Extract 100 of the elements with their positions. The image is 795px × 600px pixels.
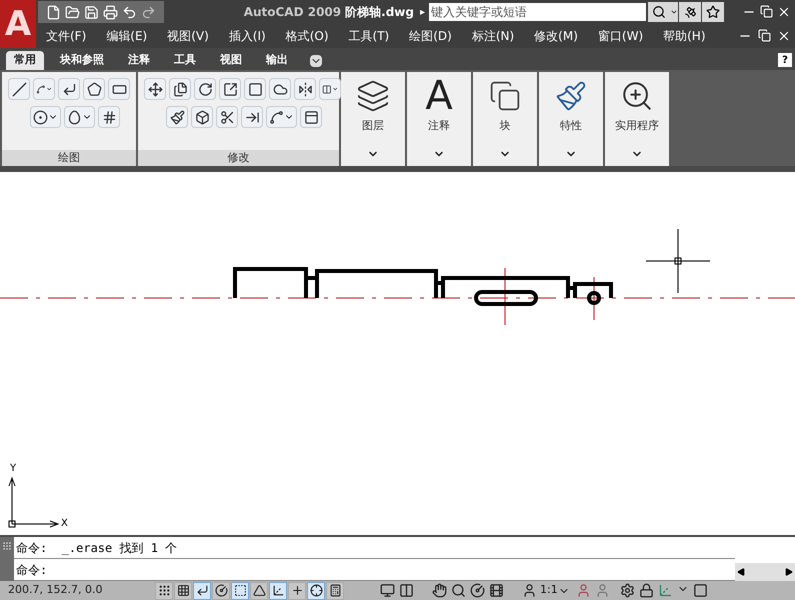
menu-item[interactable]: 绘图(D): [409, 27, 452, 45]
settings-icon[interactable]: [620, 583, 635, 598]
mirror-icon: [298, 82, 312, 96]
model-icon[interactable]: [380, 583, 395, 598]
layout-icon[interactable]: [399, 583, 414, 598]
menu-item[interactable]: 插入(I): [228, 27, 266, 45]
status-toggle[interactable]: [288, 582, 306, 600]
favorites-button[interactable]: [702, 2, 724, 22]
panel-title[interactable]: 绘图: [2, 150, 136, 166]
fillet-icon: [269, 110, 284, 124]
scroll-left-icon[interactable]: [737, 568, 745, 576]
panel-title[interactable]: 修改: [138, 150, 339, 166]
ribbon-tab[interactable]: 块和参照: [52, 51, 112, 70]
annotation-scale[interactable]: 1:1: [540, 582, 558, 599]
menu-item[interactable]: 窗口(W): [598, 27, 644, 45]
mirror-tool[interactable]: [294, 78, 316, 100]
stretch-tool[interactable]: [219, 78, 241, 100]
menu-item[interactable]: 视图(V): [167, 27, 209, 45]
satellite-button[interactable]: [679, 2, 701, 22]
undo-icon[interactable]: [122, 4, 137, 20]
restore-icon[interactable]: [758, 29, 771, 42]
coordinates[interactable]: 200.7, 152.7, 0.0: [0, 582, 155, 599]
array-tool[interactable]: [269, 78, 291, 100]
status-toggle[interactable]: [193, 582, 211, 600]
explode-tool[interactable]: [191, 106, 213, 128]
crosshair-cursor: [646, 228, 710, 294]
rotate-icon: [198, 82, 212, 96]
ribbon-panel-button[interactable]: A 注释: [407, 72, 471, 166]
status-toggle[interactable]: [212, 582, 230, 600]
fillet-tool[interactable]: [266, 106, 297, 128]
ribbon-panel-button[interactable]: 实用程序: [605, 72, 669, 166]
hatch-tool[interactable]: [98, 106, 120, 128]
close-icon[interactable]: [777, 5, 791, 19]
ribbon-panel-button[interactable]: 块: [473, 72, 537, 166]
extend-tool[interactable]: [241, 106, 263, 128]
search-button[interactable]: [648, 2, 670, 22]
copy-tool[interactable]: [169, 78, 191, 100]
menu-item[interactable]: 帮助(H): [663, 27, 706, 45]
restore-icon[interactable]: [760, 5, 773, 18]
rotate-tool[interactable]: [194, 78, 216, 100]
status-toggle[interactable]: [155, 582, 173, 600]
print-icon[interactable]: [103, 4, 118, 20]
clean-screen-icon[interactable]: [692, 583, 708, 598]
polygon-icon: [86, 82, 102, 96]
status-toggle[interactable]: [231, 582, 249, 600]
scroll-right-icon[interactable]: [785, 568, 793, 576]
status-toggle[interactable]: [250, 582, 268, 600]
menu-item[interactable]: 修改(M): [534, 27, 578, 45]
close-icon[interactable]: [777, 29, 791, 43]
move-icon: [148, 82, 162, 96]
app-logo[interactable]: A: [0, 0, 36, 48]
save-icon[interactable]: [84, 4, 99, 20]
grip-icon[interactable]: [2, 541, 12, 551]
panel-label: 块: [500, 118, 510, 134]
redo-icon[interactable]: [141, 4, 156, 20]
tab-overflow-icon[interactable]: [310, 55, 322, 67]
zoom-icon[interactable]: [451, 583, 466, 598]
trim-tool[interactable]: [216, 106, 238, 128]
ribbon-tab[interactable]: 工具: [166, 51, 204, 70]
ribbon-tab[interactable]: 常用: [6, 51, 44, 70]
layers-icon: [356, 79, 390, 113]
status-toggle[interactable]: [174, 582, 192, 600]
scrollbar[interactable]: [735, 563, 795, 581]
status-toggle[interactable]: [326, 582, 344, 600]
axis-label: Y: [10, 464, 16, 474]
menu-item[interactable]: 编辑(E): [106, 27, 148, 45]
new-file-icon[interactable]: [46, 4, 61, 20]
circle-tool[interactable]: [30, 106, 61, 128]
ribbon-tab[interactable]: 输出: [258, 51, 296, 70]
polyline-tool[interactable]: [33, 78, 55, 100]
panel-label: 实用程序: [615, 118, 659, 134]
polygon-tool[interactable]: [83, 78, 105, 100]
rectangle-tool[interactable]: [108, 78, 130, 100]
help-button[interactable]: ?: [778, 53, 792, 67]
open-folder-icon[interactable]: [65, 4, 80, 20]
menu-item[interactable]: 标注(N): [472, 27, 514, 45]
move-tool[interactable]: [144, 78, 166, 100]
ribbon-tab[interactable]: 视图: [212, 51, 250, 70]
search-field[interactable]: 键入关键字或短语: [429, 3, 646, 21]
drawing-canvas[interactable]: Y X: [0, 172, 795, 535]
ribbon-tab[interactable]: 注释: [120, 51, 158, 70]
menu-item[interactable]: 格式(O): [286, 27, 329, 45]
ribbon-panel-button[interactable]: 图层: [341, 72, 405, 166]
erase-tool[interactable]: [166, 106, 188, 128]
ellipse-tool[interactable]: [64, 106, 95, 128]
status-toggle[interactable]: [307, 582, 325, 600]
line-tool[interactable]: [8, 78, 30, 100]
arc-tool[interactable]: [58, 78, 80, 100]
break-tool[interactable]: [300, 106, 322, 128]
ucs-axes-icon: [8, 476, 60, 528]
draworder-tool[interactable]: [319, 78, 341, 100]
lock-icon[interactable]: [638, 583, 654, 598]
expand-arrow[interactable]: ▸: [420, 4, 425, 20]
scale-tool[interactable]: [244, 78, 266, 100]
menu-item[interactable]: 文件(F): [46, 27, 86, 45]
status-toggle[interactable]: [269, 582, 287, 600]
pan-icon[interactable]: [432, 583, 447, 598]
ribbon-panel-button[interactable]: 特性: [539, 72, 603, 166]
panel-label: 注释: [428, 118, 450, 134]
menu-item[interactable]: 工具(T): [348, 27, 390, 45]
